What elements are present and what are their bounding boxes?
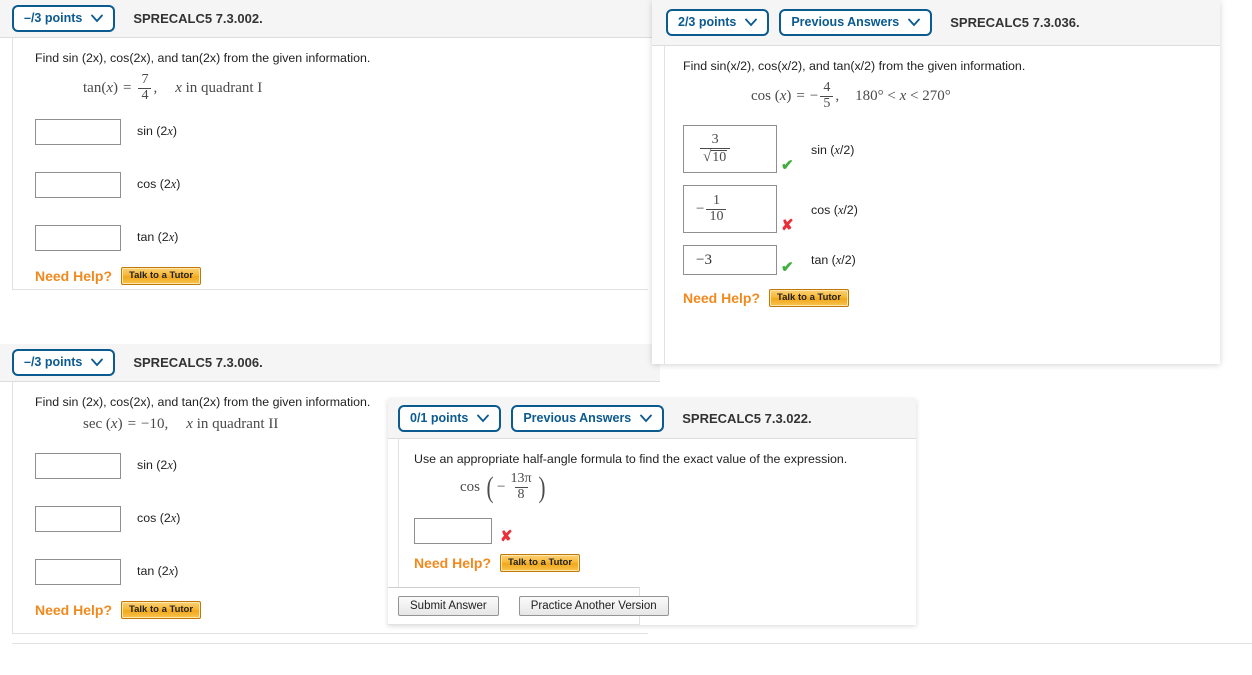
correct-icon: ✔	[781, 157, 794, 175]
submit-bar: Submit Answer Practice Another Version	[388, 587, 669, 625]
answer-row: cos (2x)	[35, 172, 648, 199]
previous-answers-dropdown-7-3-036[interactable]: Previous Answers	[779, 9, 933, 36]
question-code: SPRECALC5 7.3.022.	[682, 411, 812, 426]
answer-input-tan[interactable]	[35, 225, 121, 252]
submit-answer-button[interactable]: Submit Answer	[398, 596, 499, 616]
given-expression: cos ( − 13π 8 )	[460, 470, 546, 504]
question-code: SPRECALC5 7.3.006.	[133, 355, 263, 370]
points-label: 0/1 points	[410, 411, 469, 426]
given-numerator: 4	[823, 80, 831, 95]
talk-to-a-tutor-button[interactable]: Talk to a Tutor	[121, 267, 202, 285]
points-dropdown-7-3-022[interactable]: 0/1 points	[398, 405, 502, 432]
answer-input-expression[interactable]	[414, 518, 492, 545]
need-help-label: Need Help?	[35, 268, 113, 285]
answer-row: − 1 10 ✘ cos (x/2)	[683, 185, 1208, 235]
incorrect-icon: ✘	[781, 217, 794, 235]
question-header: 0/1 points Previous Answers SPRECALC5 7.…	[388, 399, 916, 439]
expression-sign: −	[497, 478, 506, 495]
incorrect-icon: ✘	[500, 528, 513, 546]
previous-answers-label: Previous Answers	[523, 411, 632, 426]
answer-row: sin (2x)	[35, 119, 648, 146]
question-panel-7-3-022: 0/1 points Previous Answers SPRECALC5 7.…	[388, 399, 916, 625]
given-sign: −	[809, 87, 819, 104]
given-denominator: 5	[820, 95, 834, 112]
correct-icon: ✔	[781, 259, 794, 277]
given-condition: x in quadrant II	[186, 416, 279, 432]
question-code: SPRECALC5 7.3.036.	[950, 15, 1080, 30]
chevron-down-icon	[477, 414, 490, 423]
chevron-down-icon	[640, 414, 653, 423]
given-expression: tan(x) = 7 4 , x in quadrant I	[83, 72, 263, 104]
need-help-block: Need Help? Talk to a Tutor	[35, 267, 648, 285]
answer-row: tan (2x)	[35, 225, 648, 252]
answer-input-cos[interactable]	[35, 172, 121, 199]
given-condition: 180° < x < 270°	[855, 87, 951, 104]
talk-to-a-tutor-button[interactable]: Talk to a Tutor	[500, 554, 581, 572]
question-header: 2/3 points Previous Answers SPRECALC5 7.…	[652, 0, 1220, 46]
answer-input-tan-half[interactable]: −3	[683, 245, 777, 276]
answer-label-tan-half: tan (x/2)	[811, 253, 856, 268]
answer-label-sin: sin (2x)	[137, 124, 177, 139]
answer-input-tan[interactable]	[35, 559, 121, 585]
chevron-down-icon	[91, 358, 104, 367]
question-panel-7-3-036: 2/3 points Previous Answers SPRECALC5 7.…	[652, 0, 1220, 364]
expression-numerator: 13π	[510, 471, 532, 486]
answer-row: −3 ✔ tan (x/2)	[683, 245, 1208, 277]
answer-input-sin[interactable]	[35, 119, 121, 146]
need-help-block: Need Help? Talk to a Tutor	[683, 289, 1208, 307]
chevron-down-icon	[908, 18, 921, 27]
answer-label-cos: cos (2x)	[137, 177, 181, 192]
page-divider	[12, 643, 1252, 644]
answer-label-cos-half: cos (x/2)	[811, 203, 858, 218]
given-expression: cos (x) = − 4 5 , 180° < x < 270°	[751, 80, 951, 112]
answer-row: ✘	[414, 518, 916, 546]
points-dropdown-7-3-002[interactable]: –/3 points	[12, 5, 116, 32]
answer-input-sin[interactable]	[35, 453, 121, 479]
given-numerator: 7	[141, 72, 149, 87]
answer-input-cos-half[interactable]: − 1 10	[683, 185, 777, 234]
given-value: −10	[141, 416, 165, 432]
talk-to-a-tutor-button[interactable]: Talk to a Tutor	[121, 601, 202, 619]
question-panel-7-3-002: –/3 points SPRECALC5 7.3.002. Find sin (…	[0, 0, 660, 290]
need-help-block: Need Help? Talk to a Tutor	[414, 554, 916, 572]
answer-label-sin-half: sin (x/2)	[811, 143, 855, 158]
question-prompt: Use an appropriate half-angle formula to…	[414, 452, 848, 466]
points-label: –/3 points	[24, 11, 83, 26]
previous-answers-dropdown-7-3-022[interactable]: Previous Answers	[511, 405, 665, 432]
answer-input-sin-half[interactable]: 3 √ 10	[683, 125, 777, 174]
answer-label-cos: cos (2x)	[137, 511, 181, 525]
talk-to-a-tutor-button[interactable]: Talk to a Tutor	[769, 289, 850, 307]
points-dropdown-7-3-036[interactable]: 2/3 points	[666, 9, 770, 36]
previous-answers-label: Previous Answers	[791, 15, 900, 30]
need-help-label: Need Help?	[414, 555, 492, 572]
answer-input-cos[interactable]	[35, 506, 121, 532]
need-help-label: Need Help?	[35, 601, 113, 618]
question-code: SPRECALC5 7.3.002.	[133, 11, 263, 26]
question-body: Use an appropriate half-angle formula to…	[398, 439, 916, 587]
given-condition: x in quadrant I	[175, 79, 263, 96]
chevron-down-icon	[91, 14, 104, 23]
points-dropdown-7-3-006[interactable]: –/3 points	[12, 349, 116, 376]
points-label: 2/3 points	[678, 15, 737, 30]
expression-denominator: 8	[514, 486, 528, 503]
question-body: Find sin(x/2), cos(x/2), and tan(x/2) fr…	[664, 46, 1208, 364]
points-label: –/3 points	[24, 355, 83, 370]
chevron-down-icon	[745, 18, 758, 27]
answer-label-tan: tan (2x)	[137, 564, 179, 578]
given-denominator: 4	[138, 87, 152, 104]
answer-row: 3 √ 10 ✔ sin (x/2)	[683, 125, 1208, 175]
question-body: Find sin (2x), cos(2x), and tan(2x) from…	[12, 38, 648, 290]
question-prompt: Find sin (2x), cos(2x), and tan(2x) from…	[35, 51, 371, 65]
answer-label-sin: sin (2x)	[137, 458, 177, 472]
question-header: –/3 points SPRECALC5 7.3.002.	[0, 0, 660, 38]
answer-label-tan: tan (2x)	[137, 230, 179, 245]
exercise-page: –/3 points SPRECALC5 7.3.002. Find sin (…	[0, 0, 1252, 675]
question-header: –/3 points SPRECALC5 7.3.006.	[0, 344, 660, 382]
practice-another-version-button[interactable]: Practice Another Version	[518, 596, 669, 616]
need-help-label: Need Help?	[683, 290, 761, 307]
question-prompt: Find sin(x/2), cos(x/2), and tan(x/2) fr…	[683, 59, 1026, 73]
